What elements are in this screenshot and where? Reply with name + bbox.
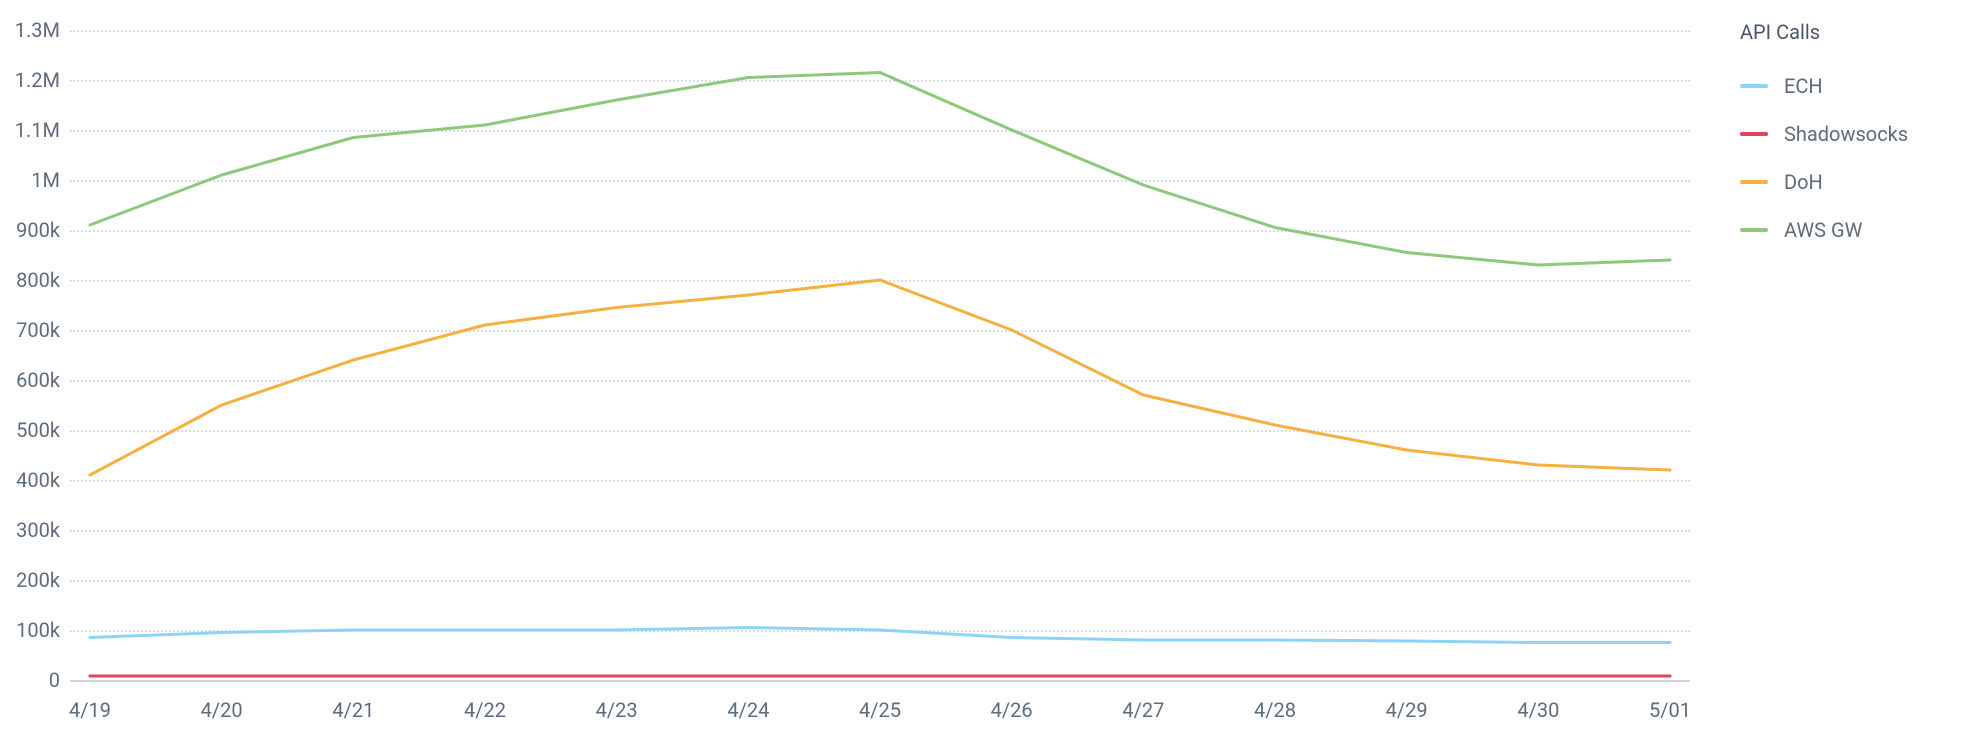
legend-item-shadowsocks[interactable]: Shadowsocks	[1740, 122, 1950, 146]
x-tick-label: 4/25	[859, 680, 901, 722]
legend-label: Shadowsocks	[1784, 122, 1908, 146]
y-tick-label: 500k	[16, 418, 70, 442]
y-tick-label: 300k	[16, 518, 70, 542]
y-tick-label: 800k	[16, 268, 70, 292]
legend-label: AWS GW	[1784, 218, 1862, 242]
y-tick-label: 100k	[16, 618, 70, 642]
y-tick-label: 1M	[31, 168, 70, 192]
legend-item-doh[interactable]: DoH	[1740, 170, 1950, 194]
legend-swatch	[1740, 180, 1768, 184]
plot-area[interactable]: 0100k200k300k400k500k600k700k800k900k1M1…	[70, 30, 1690, 680]
x-tick-label: 4/27	[1122, 680, 1164, 722]
legend-swatch	[1740, 228, 1768, 232]
legend-swatch	[1740, 84, 1768, 88]
x-tick-label: 4/29	[1386, 680, 1428, 722]
series-line-ech[interactable]	[90, 628, 1670, 643]
series-line-doh[interactable]	[90, 280, 1670, 475]
x-tick-label: 4/24	[727, 680, 769, 722]
legend-item-aws-gw[interactable]: AWS GW	[1740, 218, 1950, 242]
x-tick-label: 4/28	[1254, 680, 1296, 722]
series-line-aws-gw[interactable]	[90, 73, 1670, 266]
y-tick-label: 1.3M	[15, 18, 70, 42]
x-tick-label: 4/19	[69, 680, 111, 722]
y-tick-label: 400k	[16, 468, 70, 492]
y-tick-label: 900k	[16, 218, 70, 242]
line-chart: 0 100k 200k 300k 400k 500k 600k 700k 800k 900k 1M 1…	[0, 0, 1964, 744]
lines-layer	[70, 30, 1690, 680]
x-tick-label: 4/30	[1517, 680, 1559, 722]
legend-item-ech[interactable]: ECH	[1740, 74, 1950, 98]
x-tick-label: 4/21	[332, 680, 374, 722]
x-tick-label: 4/23	[596, 680, 638, 722]
y-tick-label: 200k	[16, 568, 70, 592]
y-tick-label: 600k	[16, 368, 70, 392]
x-tick-label: 4/22	[464, 680, 506, 722]
y-tick-label: 0	[49, 668, 70, 692]
x-tick-label: 4/26	[991, 680, 1033, 722]
legend-label: ECH	[1784, 74, 1823, 98]
legend-swatch	[1740, 132, 1768, 136]
x-tick-label: 4/20	[201, 680, 243, 722]
x-tick-label: 5/01	[1649, 680, 1691, 722]
y-tick-label: 1.2M	[15, 68, 70, 92]
y-tick-label: 700k	[16, 318, 70, 342]
legend-title: API Calls	[1740, 20, 1950, 44]
legend-label: DoH	[1784, 170, 1823, 194]
legend: API Calls ECH Shadowsocks DoH AWS GW	[1740, 20, 1950, 266]
y-tick-label: 1.1M	[15, 118, 70, 142]
legend-items: ECH Shadowsocks DoH AWS GW	[1740, 74, 1950, 242]
